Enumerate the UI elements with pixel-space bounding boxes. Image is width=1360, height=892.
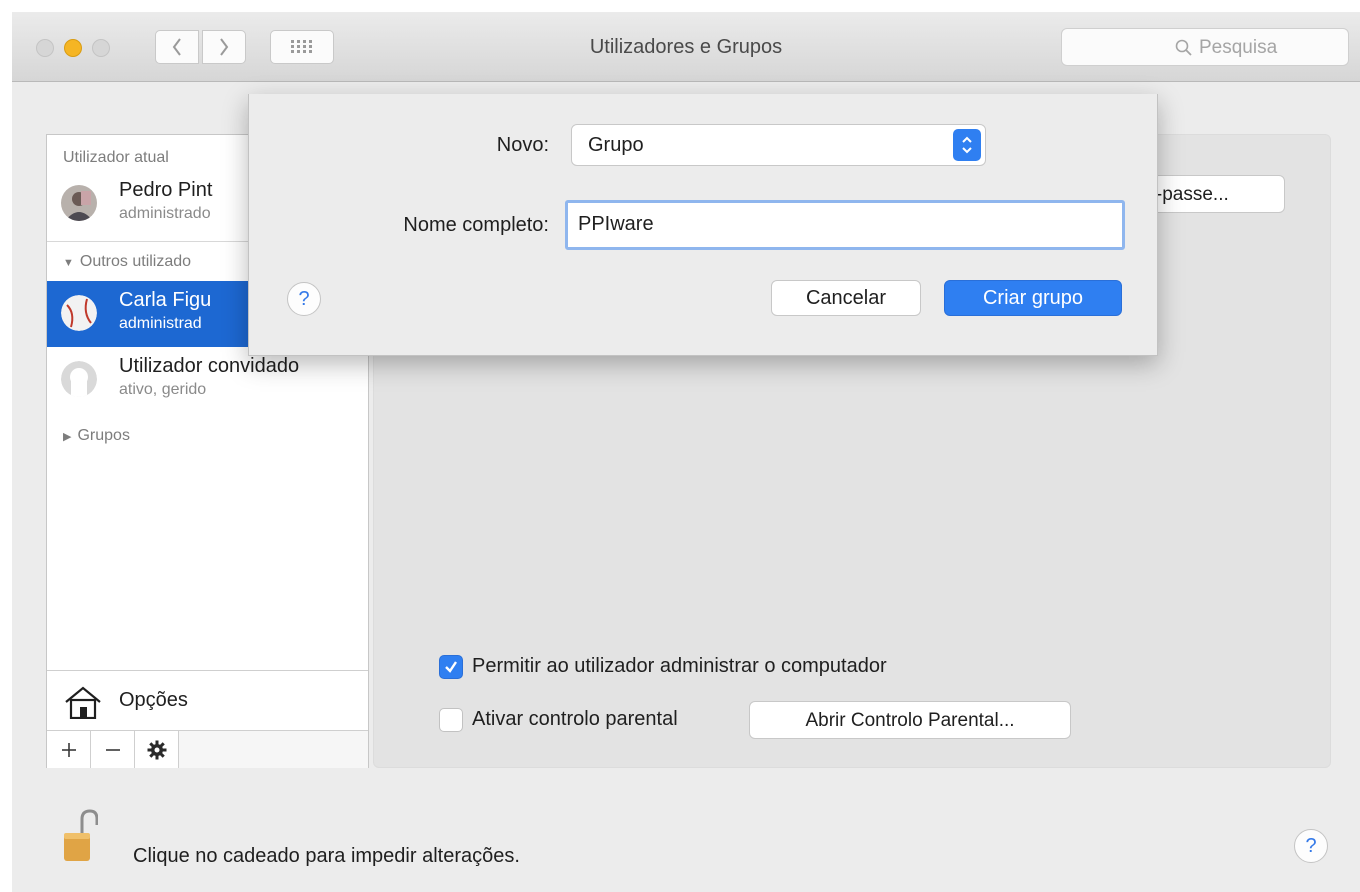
open-parental-controls-button[interactable]: Abrir Controlo Parental... — [749, 701, 1071, 739]
cancel-button[interactable]: Cancelar — [771, 280, 921, 316]
search-placeholder: Pesquisa — [1199, 37, 1278, 58]
allow-admin-label: Permitir ao utilizador administrar o com… — [472, 655, 887, 677]
minus-icon — [105, 748, 120, 751]
new-account-sheet: Novo: Grupo Nome completo: PPIware ? Can… — [248, 94, 1158, 356]
action-menu-button[interactable] — [135, 731, 179, 768]
full-name-value: PPIware — [578, 213, 654, 235]
user-name: Carla Figu — [119, 289, 212, 311]
disclosure-right-icon: ▶ — [63, 431, 72, 443]
login-options-item[interactable]: Opções — [47, 670, 368, 730]
system-preferences-window: Utilizadores e Grupos Pesquisa Utilizado… — [12, 12, 1360, 892]
current-user-section-label: Utilizador atual — [63, 149, 169, 166]
sidebar-toolbar — [47, 730, 368, 768]
search-field[interactable]: Pesquisa — [1061, 28, 1349, 66]
title-bar: Utilizadores e Grupos Pesquisa — [12, 12, 1360, 82]
checkmark-icon — [445, 661, 457, 673]
user-row-guest[interactable]: Utilizador convidado ativo, gerido — [47, 347, 368, 413]
new-type-label: Novo: — [496, 134, 549, 156]
current-user-name: Pedro Pint — [119, 179, 213, 201]
plus-icon — [61, 742, 76, 757]
gear-icon — [147, 740, 166, 759]
account-type-select[interactable]: Grupo — [571, 124, 986, 166]
search-icon — [1175, 39, 1192, 56]
groups-section-label[interactable]: ▶ Grupos — [63, 427, 130, 445]
lock-message: Clique no cadeado para impedir alteraçõe… — [133, 845, 520, 867]
user-role: ativo, gerido — [119, 381, 207, 398]
updown-chevrons-icon — [953, 129, 981, 161]
remove-user-button[interactable] — [91, 731, 135, 768]
parental-controls-checkbox[interactable] — [439, 708, 463, 732]
unlocked-padlock-icon[interactable] — [62, 809, 98, 865]
sheet-help-button[interactable]: ? — [287, 282, 321, 316]
guest-avatar-icon — [61, 361, 97, 397]
baseball-avatar — [61, 295, 97, 331]
options-label: Opções — [119, 689, 188, 711]
disclosure-down-icon: ▼ — [63, 257, 74, 269]
allow-admin-checkbox[interactable] — [439, 655, 463, 679]
user-name: Utilizador convidado — [119, 355, 300, 377]
create-group-button[interactable]: Criar grupo — [944, 280, 1122, 316]
parental-controls-label: Ativar controlo parental — [472, 708, 678, 730]
avatar — [61, 185, 97, 221]
house-icon — [65, 686, 101, 719]
full-name-input[interactable]: PPIware — [565, 200, 1125, 250]
user-role: administrad — [119, 315, 202, 332]
current-user-role: administrado — [119, 205, 211, 222]
full-name-label: Nome completo: — [403, 214, 549, 236]
account-type-value: Grupo — [588, 134, 644, 156]
help-button[interactable]: ? — [1294, 829, 1328, 863]
other-users-section-label[interactable]: ▼ Outros utilizado — [63, 253, 191, 271]
add-user-button[interactable] — [47, 731, 91, 768]
